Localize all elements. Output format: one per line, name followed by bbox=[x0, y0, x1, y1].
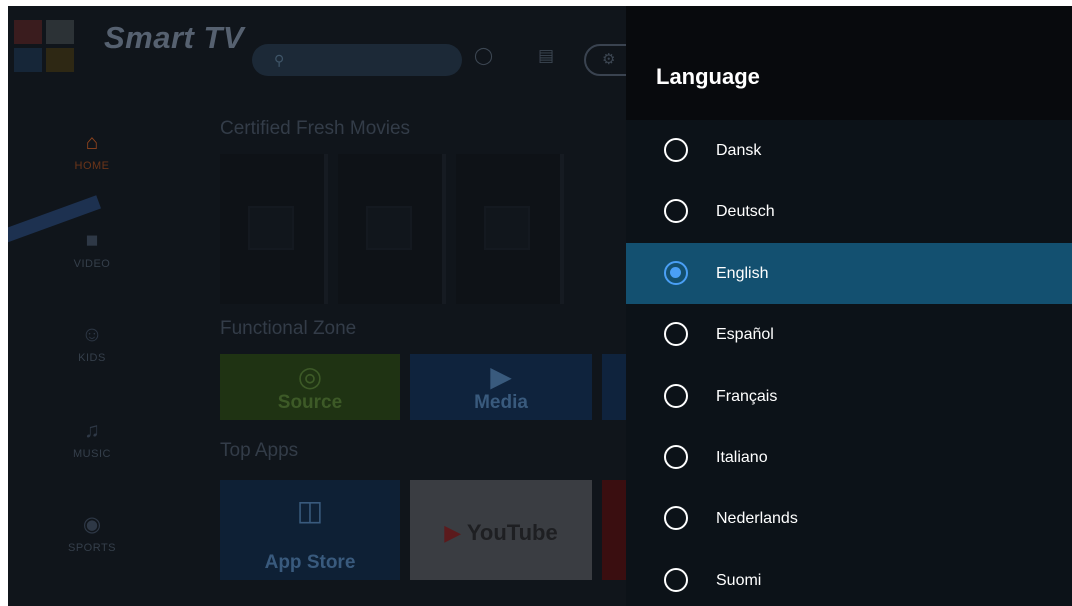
tile-label: ▶ YouTube bbox=[444, 520, 558, 545]
radio-button[interactable] bbox=[664, 567, 688, 592]
sidebar-item-label: HOME bbox=[74, 160, 110, 172]
store-icon: ◫ bbox=[296, 495, 324, 526]
radio-button[interactable] bbox=[664, 444, 688, 469]
language-label: Español bbox=[716, 326, 774, 344]
play-icon: ▶ bbox=[490, 361, 512, 392]
image-placeholder-icon bbox=[248, 206, 294, 250]
input-source-icon[interactable]: ▤ bbox=[538, 46, 554, 66]
tile-label: App Store bbox=[264, 552, 356, 573]
language-option-italiano[interactable]: Italiano bbox=[626, 427, 1072, 488]
language-panel: Language Dansk Deutsch English Español F… bbox=[626, 6, 1072, 606]
settings-button[interactable]: ⚙ bbox=[584, 44, 628, 76]
language-option-espanol[interactable]: Español bbox=[626, 304, 1072, 365]
language-label: Nederlands bbox=[716, 510, 798, 528]
movie-poster[interactable] bbox=[456, 154, 564, 304]
tv-screen: Smart TV ⚲ ◯ ▤ ⚙ ⌂ HOME ■ VIDEO ☺ KIDS ♫… bbox=[8, 6, 1072, 606]
tile-source[interactable]: ◎ Source bbox=[220, 354, 400, 420]
language-option-nederlands[interactable]: Nederlands bbox=[626, 488, 1072, 549]
tile-media[interactable]: ▶ Media bbox=[410, 354, 592, 420]
music-icon: ♫ bbox=[84, 419, 100, 442]
panel-title: Language bbox=[656, 64, 760, 89]
home-icon: ⌂ bbox=[85, 131, 99, 154]
movie-poster[interactable] bbox=[338, 154, 446, 304]
radio-button[interactable] bbox=[664, 506, 688, 531]
tile-label: Media bbox=[474, 392, 528, 413]
youtube-play-icon: ▶ bbox=[444, 520, 462, 545]
radio-button[interactable] bbox=[664, 322, 688, 347]
brand-logo bbox=[8, 14, 86, 74]
language-list: Dansk Deutsch English Español Français I… bbox=[626, 120, 1072, 606]
radio-button[interactable] bbox=[664, 199, 688, 224]
sidebar-item-label: VIDEO bbox=[73, 258, 111, 270]
video-icon: ■ bbox=[85, 229, 99, 252]
language-label: English bbox=[716, 264, 769, 282]
tile-youtube[interactable]: ▶ YouTube bbox=[410, 480, 592, 580]
section-title-movies: Certified Fresh Movies bbox=[220, 118, 411, 139]
source-icon: ◎ bbox=[297, 361, 323, 392]
language-label: Deutsch bbox=[716, 203, 775, 221]
sidebar-item-kids[interactable]: ☺ KIDS bbox=[48, 322, 136, 364]
image-placeholder-icon bbox=[484, 206, 530, 250]
app-title: Smart TV bbox=[104, 20, 245, 55]
radio-button-selected[interactable] bbox=[664, 260, 688, 285]
gear-icon: ⚙ bbox=[602, 51, 616, 68]
tile-partial[interactable] bbox=[602, 480, 628, 580]
section-title-apps: Top Apps bbox=[220, 440, 299, 461]
sidebar-item-video[interactable]: ■ VIDEO bbox=[48, 228, 136, 270]
radio-button[interactable] bbox=[664, 383, 688, 408]
sidebar-item-label: SPORTS bbox=[67, 542, 117, 554]
panel-header bbox=[626, 6, 1072, 120]
sidebar-item-sports[interactable]: ◉ SPORTS bbox=[48, 512, 136, 554]
launcher-background: Smart TV ⚲ ◯ ▤ ⚙ ⌂ HOME ■ VIDEO ☺ KIDS ♫… bbox=[8, 6, 628, 606]
image-placeholder-icon bbox=[366, 206, 412, 250]
language-option-suomi[interactable]: Suomi bbox=[626, 550, 1072, 606]
language-option-dansk[interactable]: Dansk bbox=[626, 120, 1072, 181]
language-label: Italiano bbox=[716, 448, 768, 466]
sidebar-item-label: KIDS bbox=[78, 352, 106, 364]
sidebar-item-music[interactable]: ♫ MUSIC bbox=[48, 418, 136, 460]
language-option-francais[interactable]: Français bbox=[626, 366, 1072, 427]
language-label: Français bbox=[716, 387, 778, 405]
language-label: Dansk bbox=[716, 142, 762, 159]
tile-app-store[interactable]: ◫ App Store bbox=[220, 480, 400, 580]
section-title-functional: Functional Zone bbox=[220, 318, 357, 339]
language-option-english[interactable]: English bbox=[626, 242, 1072, 305]
tile-label: Source bbox=[277, 392, 343, 413]
mouse-icon[interactable]: ◯ bbox=[474, 46, 493, 66]
tile-partial[interactable] bbox=[602, 354, 628, 420]
movie-poster[interactable] bbox=[220, 154, 328, 304]
language-label: Suomi bbox=[716, 571, 762, 589]
radio-button[interactable] bbox=[664, 138, 688, 162]
radio-dot bbox=[670, 266, 681, 278]
search-bar[interactable]: ⚲ bbox=[252, 44, 462, 76]
language-option-deutsch[interactable]: Deutsch bbox=[626, 181, 1072, 242]
sports-icon: ◉ bbox=[82, 513, 102, 536]
sidebar-item-label: MUSIC bbox=[73, 448, 111, 460]
kids-icon: ☺ bbox=[81, 323, 103, 346]
sidebar-item-home[interactable]: ⌂ HOME bbox=[48, 130, 136, 172]
search-icon: ⚲ bbox=[274, 52, 285, 68]
